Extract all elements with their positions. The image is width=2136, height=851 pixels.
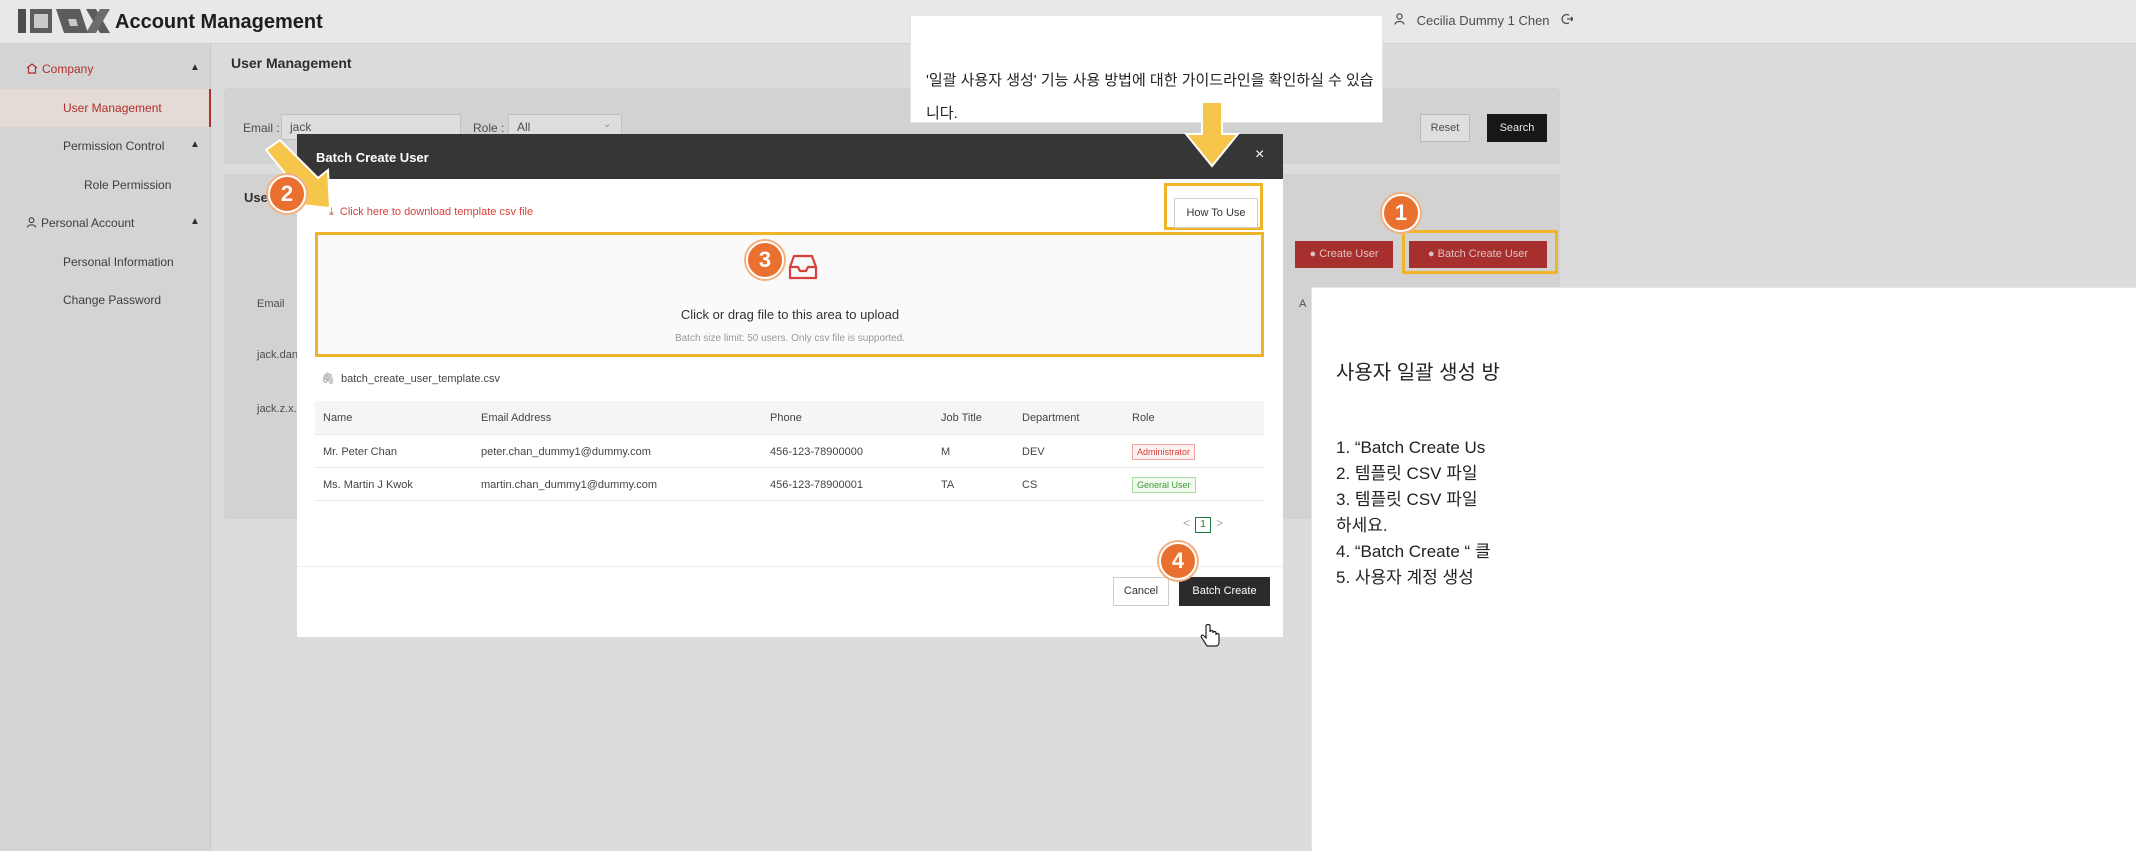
hand-cursor-icon [1200, 624, 1220, 647]
cell-job-title: M [941, 446, 951, 458]
step-badge-4: 4 [1159, 542, 1197, 580]
cell-department: CS [1022, 479, 1038, 491]
column-header: Name [323, 412, 353, 424]
table-row: Mr. Peter Chan peter.chan_dummy1@dummy.c… [315, 435, 1264, 468]
instruction-line: 3. 템플릿 CSV 파일 [1336, 490, 1478, 509]
cell-job-title: TA [941, 479, 955, 491]
page-1[interactable]: 1 [1195, 517, 1212, 533]
pagination: <1 > [1183, 516, 1223, 533]
uploaded-file-item[interactable]: 🖇 batch_create_user_template.csv [321, 372, 500, 385]
prev-page-icon[interactable]: < [1183, 516, 1190, 530]
column-header: Email Address [481, 412, 552, 424]
table-header-row: Name Email Address Phone Job Title Depar… [315, 401, 1264, 435]
download-template-link[interactable]: ⤓ Click here to download template csv fil… [329, 206, 533, 219]
cell-name: Ms. Martin J Kwok [323, 479, 413, 491]
batch-create-user-highlight [1402, 230, 1558, 274]
column-header: Job Title [941, 412, 982, 424]
cell-department: DEV [1022, 446, 1045, 458]
column-header: Department [1022, 412, 1080, 424]
column-header: Phone [770, 412, 802, 424]
step-badge-1: 1 [1382, 194, 1420, 232]
guide-callout: '일괄 사용자 생성' 기능 사용 방법에 대한 가이드라인을 확인하실 수 있… [910, 15, 1383, 123]
cancel-button[interactable]: Cancel [1113, 577, 1169, 606]
cell-email: martin.chan_dummy1@dummy.com [481, 479, 658, 491]
role-tag: Administrator [1132, 444, 1196, 460]
cell-phone: 456-123-78900001 [770, 479, 863, 491]
cell-email: peter.chan_dummy1@dummy.com [481, 446, 651, 458]
instruction-line: 1. “Batch Create Us [1336, 438, 1486, 457]
instruction-line: 4. “Batch Create “ 클 [1336, 542, 1491, 561]
instruction-line: 하세요. [1336, 516, 1388, 535]
how-to-use-button[interactable]: How To Use [1174, 198, 1258, 228]
instruction-line: 5. 사용자 계정 생성 [1336, 568, 1474, 587]
batch-create-button[interactable]: Batch Create [1179, 577, 1270, 606]
instructions-title: 사용자 일괄 생성 방 [1336, 362, 1500, 384]
inbox-icon [788, 254, 818, 280]
modal-footer-divider [297, 566, 1283, 567]
paperclip-icon: 🖇 [321, 373, 335, 385]
step-badge-2: 2 [268, 175, 306, 213]
instructions-list: 1. “Batch Create Us 2. 템플릿 CSV 파일 3. 템플릿… [1336, 435, 1491, 591]
modal-header: Batch Create User × [297, 134, 1283, 179]
arrow-to-how-to-use-icon [1183, 101, 1241, 168]
step-badge-3: 3 [746, 241, 784, 279]
table-row: Ms. Martin J Kwok martin.chan_dummy1@dum… [315, 468, 1264, 501]
cell-phone: 456-123-78900000 [770, 446, 863, 458]
cell-name: Mr. Peter Chan [323, 446, 397, 458]
next-page-icon[interactable]: > [1216, 516, 1223, 530]
instruction-line: 2. 템플릿 CSV 파일 [1336, 464, 1478, 483]
close-icon[interactable]: × [1255, 146, 1264, 164]
column-header: Role [1132, 412, 1155, 424]
role-tag: General User [1132, 477, 1196, 493]
